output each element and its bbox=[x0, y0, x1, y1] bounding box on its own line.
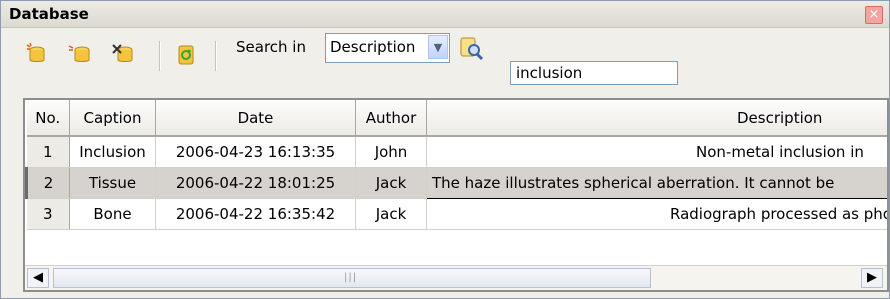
search-button[interactable] bbox=[457, 34, 485, 62]
search-input[interactable] bbox=[510, 61, 678, 85]
cell-author[interactable]: John bbox=[355, 136, 427, 168]
search-field-value: Description bbox=[330, 38, 416, 56]
cell-description[interactable]: Radiograph processed as pho bbox=[426, 198, 887, 230]
window-title: Database bbox=[9, 5, 89, 23]
cell-caption[interactable]: Tissue bbox=[69, 167, 156, 199]
table-row[interactable]: 1 Inclusion 2006-04-23 16:13:35 John Non… bbox=[26, 136, 887, 168]
header-row: No. Caption Date Author Description bbox=[26, 100, 887, 137]
column-header-caption[interactable]: Caption bbox=[69, 100, 156, 137]
cell-description[interactable]: Non-metal inclusion in bbox=[426, 136, 887, 168]
cell-author[interactable]: Jack bbox=[355, 167, 427, 199]
table-row-selected[interactable]: 2 Tissue 2006-04-22 18:01:25 Jack The ha… bbox=[25, 167, 887, 199]
search-field-select[interactable]: Description ▼ bbox=[325, 33, 450, 63]
column-header-author[interactable]: Author bbox=[355, 100, 427, 137]
chevron-down-icon[interactable]: ▼ bbox=[428, 35, 448, 59]
insert-record-icon bbox=[68, 45, 90, 62]
row-number[interactable]: 3 bbox=[26, 198, 70, 230]
scrollbar-thumb[interactable]: ||| bbox=[53, 268, 651, 288]
row-number[interactable]: 2 bbox=[25, 167, 70, 199]
chevron-left-icon: ◀ bbox=[33, 270, 43, 285]
row-number[interactable]: 1 bbox=[26, 136, 70, 168]
column-header-description[interactable]: Description bbox=[426, 100, 887, 137]
scroll-left-button[interactable]: ◀ bbox=[27, 268, 49, 288]
cell-caption[interactable]: Bone bbox=[69, 198, 156, 230]
column-header-no[interactable]: No. bbox=[26, 100, 70, 137]
cell-caption[interactable]: Inclusion bbox=[69, 136, 156, 168]
scroll-right-button[interactable]: ▶ bbox=[861, 268, 883, 288]
cell-description-focused[interactable]: The haze illustrates spherical aberratio… bbox=[426, 167, 887, 199]
data-grid[interactable]: No. Caption Date Author Description 1 In… bbox=[23, 98, 889, 292]
table-row[interactable]: 3 Bone 2006-04-22 16:35:42 Jack Radiogra… bbox=[26, 198, 887, 230]
toolbar-separator bbox=[159, 41, 161, 71]
cell-author[interactable]: Jack bbox=[355, 198, 427, 230]
column-header-date[interactable]: Date bbox=[155, 100, 356, 137]
delete-record-icon bbox=[112, 44, 133, 62]
chevron-right-icon: ▶ bbox=[867, 270, 877, 285]
new-record-button[interactable] bbox=[23, 41, 51, 69]
horizontal-scrollbar[interactable]: ◀ ||| ▶ bbox=[25, 265, 887, 290]
close-icon: × bbox=[868, 7, 880, 22]
toolbar-separator bbox=[215, 41, 217, 71]
search-in-label: Search in bbox=[236, 38, 306, 56]
search-icon bbox=[460, 37, 484, 61]
insert-record-button[interactable] bbox=[66, 41, 94, 69]
close-button[interactable]: × bbox=[865, 6, 883, 24]
cell-date[interactable]: 2006-04-22 16:35:42 bbox=[155, 198, 356, 230]
delete-record-button[interactable] bbox=[109, 41, 137, 69]
refresh-button[interactable] bbox=[172, 41, 200, 69]
database-panel: Database × Search in Description ▼ inclu… bbox=[0, 0, 890, 299]
cell-date[interactable]: 2006-04-23 16:13:35 bbox=[155, 136, 356, 168]
title-bar: Database × bbox=[1, 1, 889, 28]
cell-date[interactable]: 2006-04-22 18:01:25 bbox=[155, 167, 356, 199]
records-table: No. Caption Date Author Description 1 In… bbox=[25, 100, 887, 230]
grip-icon: ||| bbox=[344, 272, 358, 283]
refresh-icon bbox=[178, 45, 194, 65]
new-record-icon bbox=[26, 42, 45, 62]
